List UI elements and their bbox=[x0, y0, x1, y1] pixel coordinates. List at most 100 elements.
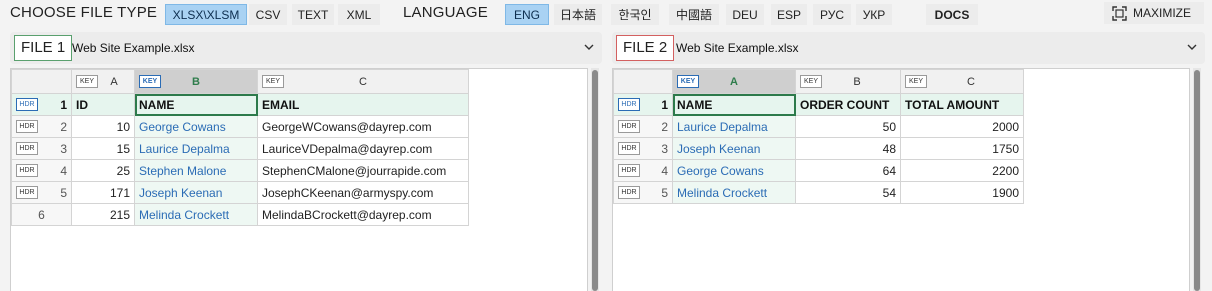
table-cell[interactable]: 171 bbox=[71, 181, 135, 204]
scroll-thumb[interactable] bbox=[1194, 70, 1200, 291]
filetype-xlsx-button[interactable]: XLSX\XLSM bbox=[165, 4, 247, 25]
file1-filename: Web Site Example.xlsx bbox=[72, 41, 195, 55]
table-cell[interactable]: ID bbox=[71, 93, 135, 116]
key-toggle[interactable]: KEY bbox=[677, 75, 699, 88]
file1-scrollbar[interactable] bbox=[591, 68, 599, 291]
table-cell[interactable]: Laurice Depalma bbox=[134, 137, 258, 160]
table-cell[interactable]: 2000 bbox=[900, 115, 1024, 138]
row-number: 2 bbox=[60, 119, 67, 134]
table-cell[interactable]: 48 bbox=[795, 137, 901, 160]
key-toggle[interactable]: KEY bbox=[76, 75, 98, 88]
row-header[interactable]: 6 bbox=[11, 203, 72, 226]
table-cell[interactable]: Laurice Depalma bbox=[672, 115, 796, 138]
table-cell[interactable]: StephenCMalone@jourrapide.com bbox=[257, 159, 469, 182]
table-cell[interactable]: TOTAL AMOUNT bbox=[900, 93, 1024, 116]
lang-deu-button[interactable]: DEU bbox=[726, 4, 764, 25]
table-cell[interactable]: MelindaBCrockett@dayrep.com bbox=[257, 203, 469, 226]
table-cell[interactable]: 50 bbox=[795, 115, 901, 138]
chevron-down-icon[interactable] bbox=[584, 42, 594, 52]
file2-scrollbar[interactable] bbox=[1193, 68, 1201, 291]
key-toggle[interactable]: KEY bbox=[800, 75, 822, 88]
table-cell[interactable]: Melinda Crockett bbox=[672, 181, 796, 204]
hdr-toggle[interactable]: HDR bbox=[16, 186, 38, 199]
table-cell[interactable]: 1750 bbox=[900, 137, 1024, 160]
table-cell[interactable]: 1900 bbox=[900, 181, 1024, 204]
column-header-b[interactable]: KEY B bbox=[795, 69, 901, 94]
row-header[interactable]: HDR 3 bbox=[11, 137, 72, 160]
lang-rus-button[interactable]: РУС bbox=[813, 4, 851, 25]
table-cell[interactable]: ORDER COUNT bbox=[795, 93, 901, 116]
key-toggle[interactable]: KEY bbox=[139, 75, 161, 88]
key-toggle[interactable]: KEY bbox=[905, 75, 927, 88]
hdr-toggle[interactable]: HDR bbox=[618, 164, 640, 177]
table-cell[interactable]: 25 bbox=[71, 159, 135, 182]
table-cell[interactable]: Melinda Crockett bbox=[134, 203, 258, 226]
hdr-toggle[interactable]: HDR bbox=[618, 186, 640, 199]
table-cell[interactable]: LauriceVDepalma@dayrep.com bbox=[257, 137, 469, 160]
lang-chinese-button[interactable]: 中國語 bbox=[669, 4, 719, 25]
column-letter: B bbox=[192, 75, 200, 88]
row-number: 2 bbox=[661, 119, 668, 134]
maximize-button[interactable]: MAXIMIZE bbox=[1104, 2, 1204, 24]
lang-esp-button[interactable]: ESP bbox=[771, 4, 807, 25]
table-row: HDR 2 10 George Cowans GeorgeWCowans@dayr… bbox=[11, 115, 469, 138]
table-cell[interactable]: George Cowans bbox=[134, 115, 258, 138]
hdr-toggle[interactable]: HDR bbox=[16, 98, 38, 111]
scroll-thumb[interactable] bbox=[592, 70, 598, 291]
column-header-b[interactable]: KEY B bbox=[134, 69, 258, 94]
table-cell[interactable]: Joseph Keenan bbox=[672, 137, 796, 160]
hdr-toggle[interactable]: HDR bbox=[618, 120, 640, 133]
table-cell[interactable]: 64 bbox=[795, 159, 901, 182]
table-cell[interactable]: EMAIL bbox=[257, 93, 469, 116]
row-header[interactable]: HDR 5 bbox=[11, 181, 72, 204]
column-header-c[interactable]: KEY C bbox=[257, 69, 469, 94]
table-cell[interactable]: JosephCKeenan@armyspy.com bbox=[257, 181, 469, 204]
maximize-icon bbox=[1112, 6, 1127, 21]
table-cell[interactable]: 2200 bbox=[900, 159, 1024, 182]
row-header[interactable]: HDR 4 bbox=[613, 159, 673, 182]
lang-korean-button[interactable]: 한국인 bbox=[611, 4, 659, 25]
lang-ukr-button[interactable]: УКР bbox=[856, 4, 892, 25]
filetype-xml-button[interactable]: XML bbox=[338, 4, 380, 25]
file1-selector[interactable]: FILE 1 Web Site Example.xlsx bbox=[10, 32, 602, 64]
filetype-csv-button[interactable]: CSV bbox=[249, 4, 287, 25]
row-number: 3 bbox=[661, 141, 668, 156]
chevron-down-icon[interactable] bbox=[1187, 42, 1197, 52]
hdr-toggle[interactable]: HDR bbox=[16, 142, 38, 155]
lang-japanese-button[interactable]: 日本語 bbox=[554, 4, 602, 25]
column-letter: B bbox=[853, 75, 861, 88]
row-header[interactable]: HDR 2 bbox=[613, 115, 673, 138]
lang-eng-button[interactable]: ENG bbox=[505, 4, 549, 25]
column-header-a[interactable]: KEY A bbox=[71, 69, 135, 94]
key-toggle[interactable]: KEY bbox=[262, 75, 284, 88]
row-header[interactable]: HDR 1 bbox=[613, 93, 673, 116]
table-cell[interactable]: NAME bbox=[134, 93, 258, 116]
column-letter: C bbox=[967, 75, 975, 88]
table-cell[interactable]: 10 bbox=[71, 115, 135, 138]
table-cell[interactable]: Joseph Keenan bbox=[134, 181, 258, 204]
hdr-toggle[interactable]: HDR bbox=[16, 120, 38, 133]
hdr-toggle[interactable]: HDR bbox=[618, 142, 640, 155]
table-cell[interactable]: NAME bbox=[672, 93, 796, 116]
column-header-c[interactable]: KEY C bbox=[900, 69, 1024, 94]
hdr-toggle[interactable]: HDR bbox=[618, 98, 640, 111]
row-header[interactable]: HDR 5 bbox=[613, 181, 673, 204]
column-header-a[interactable]: KEY A bbox=[672, 69, 796, 94]
row-header[interactable]: HDR 4 bbox=[11, 159, 72, 182]
row-header[interactable]: HDR 2 bbox=[11, 115, 72, 138]
row-header[interactable]: HDR 3 bbox=[613, 137, 673, 160]
hdr-toggle[interactable]: HDR bbox=[16, 164, 38, 177]
table-cell[interactable]: 15 bbox=[71, 137, 135, 160]
table-row: HDR 5 Melinda Crockett 54 1900 bbox=[613, 181, 1024, 204]
table-cell[interactable]: 54 bbox=[795, 181, 901, 204]
table-cell[interactable]: GeorgeWCowans@dayrep.com bbox=[257, 115, 469, 138]
table-cell[interactable]: Stephen Malone bbox=[134, 159, 258, 182]
file2-selector[interactable]: FILE 2 Web Site Example.xlsx bbox=[612, 32, 1205, 64]
table-cell[interactable]: 215 bbox=[71, 203, 135, 226]
row-header[interactable]: HDR 1 bbox=[11, 93, 72, 116]
docs-button[interactable]: DOCS bbox=[926, 4, 978, 25]
file1-grid: KEY A KEY B KEY C HDR 1 ID NAME EMAIL HDR… bbox=[11, 69, 469, 226]
table-cell[interactable]: George Cowans bbox=[672, 159, 796, 182]
filetype-text-button[interactable]: TEXT bbox=[292, 4, 334, 25]
language-label: LANGUAGE bbox=[403, 4, 488, 21]
